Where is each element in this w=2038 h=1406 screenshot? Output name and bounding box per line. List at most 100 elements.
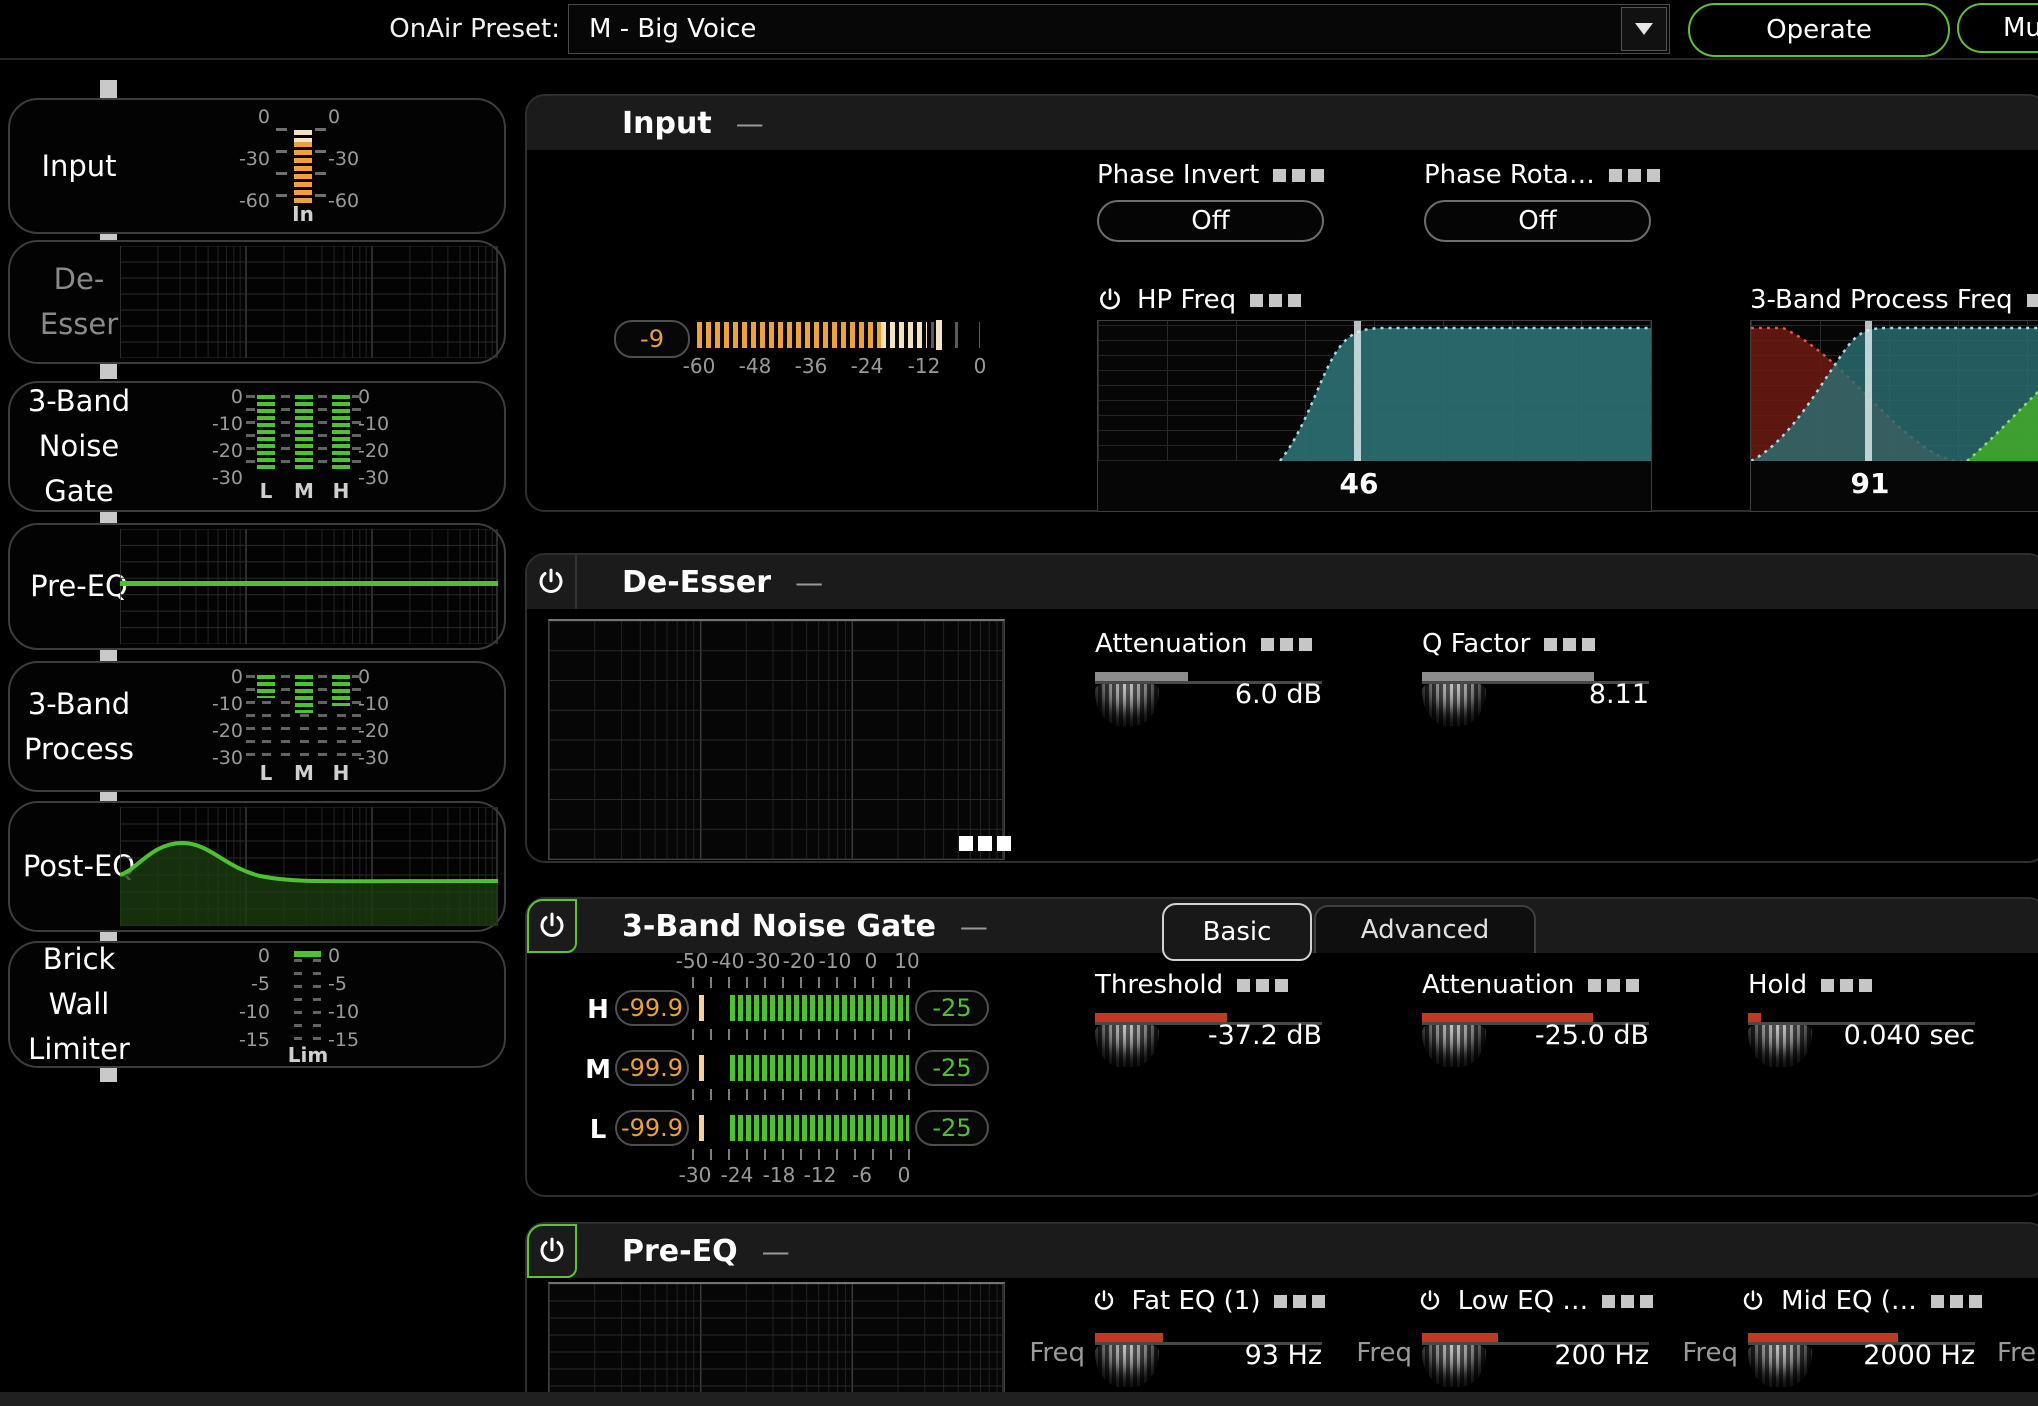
gate-h-level: -99.9 xyxy=(615,990,689,1026)
q-factor-knob[interactable] xyxy=(1422,684,1486,726)
gate-m-level: -99.9 xyxy=(615,1050,689,1086)
deesser-graph xyxy=(548,619,1005,860)
power-icon[interactable] xyxy=(1097,287,1123,313)
process-freq-graph[interactable]: 91 xyxy=(1750,320,2038,512)
q-factor-value: 8.11 xyxy=(1589,679,1649,710)
phase-rotate-toggle[interactable]: Off xyxy=(1424,200,1651,242)
process-freq-marker[interactable] xyxy=(1865,321,1872,461)
sidebar-item-post-eq[interactable]: Post-EQ xyxy=(8,801,506,932)
collapse-dash[interactable]: — xyxy=(795,566,823,599)
sidebar-input-label: Input xyxy=(41,144,116,189)
threshold-value: -37.2 dB xyxy=(1208,1020,1322,1051)
process-freq-label-row: 3-Band Process Freq xyxy=(1750,285,2038,315)
deesser-section-header: De-Esser — xyxy=(527,555,2038,609)
sidebar-deesser-label: De- xyxy=(54,257,105,302)
gate-hold-control: Hold 0.040 sec xyxy=(1748,970,1975,1080)
gate-h-meter xyxy=(730,995,909,1021)
chevron-down-icon xyxy=(1635,23,1653,35)
hp-freq-marker[interactable] xyxy=(1354,321,1361,461)
sidebar-item-process[interactable]: 3-Band Process 0 -10 -20 -30 0 -10 -20 -… xyxy=(8,661,506,792)
mid-eq-freq-control: 2000 Hz xyxy=(1748,1290,1975,1400)
preeq-mini-graph xyxy=(120,529,498,644)
fat-eq-freq-value: 93 Hz xyxy=(1245,1340,1322,1371)
input-mini-meter-bar xyxy=(294,142,312,204)
attenuation-value: 6.0 dB xyxy=(1235,679,1322,710)
clipped-freq-label: Fre xyxy=(1997,1338,2038,1368)
input-section-title: Input xyxy=(622,106,712,141)
preset-dropdown[interactable]: M - Big Voice xyxy=(568,4,1670,54)
hp-freq-graph[interactable]: 46 xyxy=(1097,320,1652,512)
power-icon xyxy=(537,911,567,941)
mid-eq-freq-value: 2000 Hz xyxy=(1863,1340,1975,1371)
hp-freq-marker-value: 46 xyxy=(1340,467,1379,500)
collapse-dash[interactable]: — xyxy=(736,107,764,140)
gate-h-attenuation: -25 xyxy=(915,990,989,1026)
gate-attenuation-knob[interactable] xyxy=(1422,1025,1486,1067)
hold-knob[interactable] xyxy=(1748,1025,1812,1067)
phase-invert-toggle[interactable]: Off xyxy=(1097,200,1324,242)
deesser-section: De-Esser — Attenuation 6.0 dB Q Factor xyxy=(525,553,2038,863)
deesser-attenuation-control: Attenuation 6.0 dB xyxy=(1095,629,1322,739)
collapse-dash[interactable]: — xyxy=(762,1235,790,1268)
collapse-dash[interactable]: — xyxy=(960,910,988,943)
sidebar-item-input[interactable]: Input 0 -30 -60 0 -30 -60 In xyxy=(8,98,506,234)
pre-eq-section: Pre-EQ — Fat EQ (1) Freq 93 Hz Lo xyxy=(525,1222,2038,1406)
deesser-mini-graph xyxy=(120,246,498,358)
drag-handle-icon[interactable] xyxy=(1609,169,1660,182)
drag-handle-icon[interactable] xyxy=(1588,979,1639,992)
gate-threshold-control: Threshold -37.2 dB xyxy=(1095,970,1322,1080)
drag-handle-icon[interactable] xyxy=(2027,294,2038,307)
deesser-power-button[interactable] xyxy=(527,555,577,609)
sidebar-item-limiter[interactable]: Brick Wall Limiter 0 -5 -10 -15 0 -5 -10… xyxy=(8,941,506,1068)
noise-gate-section: 3-Band Noise Gate — Basic Advanced -50 -… xyxy=(525,897,2038,1197)
preset-label: OnAir Preset: xyxy=(300,14,560,44)
drag-handle-icon[interactable] xyxy=(1261,638,1312,651)
fat-eq-freq-knob[interactable] xyxy=(1095,1345,1159,1387)
hp-freq-label-row: HP Freq xyxy=(1097,285,1301,315)
power-icon xyxy=(536,567,566,597)
gate-attenuation-value: -25.0 dB xyxy=(1535,1020,1649,1051)
tab-basic[interactable]: Basic xyxy=(1162,903,1312,961)
input-meter-value: -9 xyxy=(614,320,690,358)
operate-button[interactable]: Operate xyxy=(1688,3,1950,57)
sidebar-item-noise-gate[interactable]: 3-Band Noise Gate 0 -10 -20 -30 0 -10 -2… xyxy=(8,381,506,512)
graph-resize-handle[interactable] xyxy=(959,836,1011,851)
bottom-strip xyxy=(0,1392,2038,1406)
attenuation-knob[interactable] xyxy=(1095,684,1159,726)
dropdown-arrow-button[interactable] xyxy=(1621,7,1667,51)
preset-value: M - Big Voice xyxy=(589,14,756,44)
preeq-mini-curve xyxy=(120,581,498,586)
limiter-mini-bar xyxy=(294,951,321,957)
fat-eq-freq-control: 93 Hz xyxy=(1095,1290,1322,1400)
mute-button[interactable]: Mut xyxy=(1957,3,2038,53)
input-meter-peak xyxy=(936,320,942,350)
threshold-knob[interactable] xyxy=(1095,1025,1159,1067)
phase-invert-label-row: Phase Invert xyxy=(1097,160,1324,190)
drag-handle-icon[interactable] xyxy=(1544,638,1595,651)
tab-advanced[interactable]: Advanced xyxy=(1314,905,1536,953)
drag-handle-icon[interactable] xyxy=(1821,979,1872,992)
power-icon xyxy=(537,1236,567,1266)
pre-eq-section-title: Pre-EQ xyxy=(622,1234,738,1269)
sidebar-gate-label: 3-Band xyxy=(28,379,130,424)
low-eq-freq-knob[interactable] xyxy=(1422,1345,1486,1387)
deesser-q-control: Q Factor 8.11 xyxy=(1422,629,1649,739)
hold-value: 0.040 sec xyxy=(1844,1020,1975,1051)
drag-handle-icon[interactable] xyxy=(1250,294,1301,307)
gate-l-meter xyxy=(730,1115,909,1141)
pre-eq-power-button[interactable] xyxy=(527,1224,577,1278)
noise-gate-power-button[interactable] xyxy=(527,899,577,953)
drag-handle-icon[interactable] xyxy=(1273,169,1324,182)
sidebar-item-pre-eq[interactable]: Pre-EQ xyxy=(8,523,506,650)
sidebar-preeq-label: Pre-EQ xyxy=(30,564,128,609)
mid-eq-freq-knob[interactable] xyxy=(1748,1345,1812,1387)
sidebar-item-deesser[interactable]: De- Esser xyxy=(8,240,506,364)
pre-eq-section-header: Pre-EQ — xyxy=(527,1224,2038,1278)
drag-handle-icon[interactable] xyxy=(1237,979,1288,992)
gate-l-attenuation: -25 xyxy=(915,1110,989,1146)
sidebar-limiter-label: Brick xyxy=(43,937,116,982)
process-freq-curves xyxy=(1751,321,2038,461)
phase-rotate-label-row: Phase Rota… xyxy=(1424,160,1660,190)
input-section: Input — -9 -60 -48 -36 -24 -12 0 Phase I… xyxy=(525,94,2038,512)
input-section-header: Input — xyxy=(527,96,2038,150)
